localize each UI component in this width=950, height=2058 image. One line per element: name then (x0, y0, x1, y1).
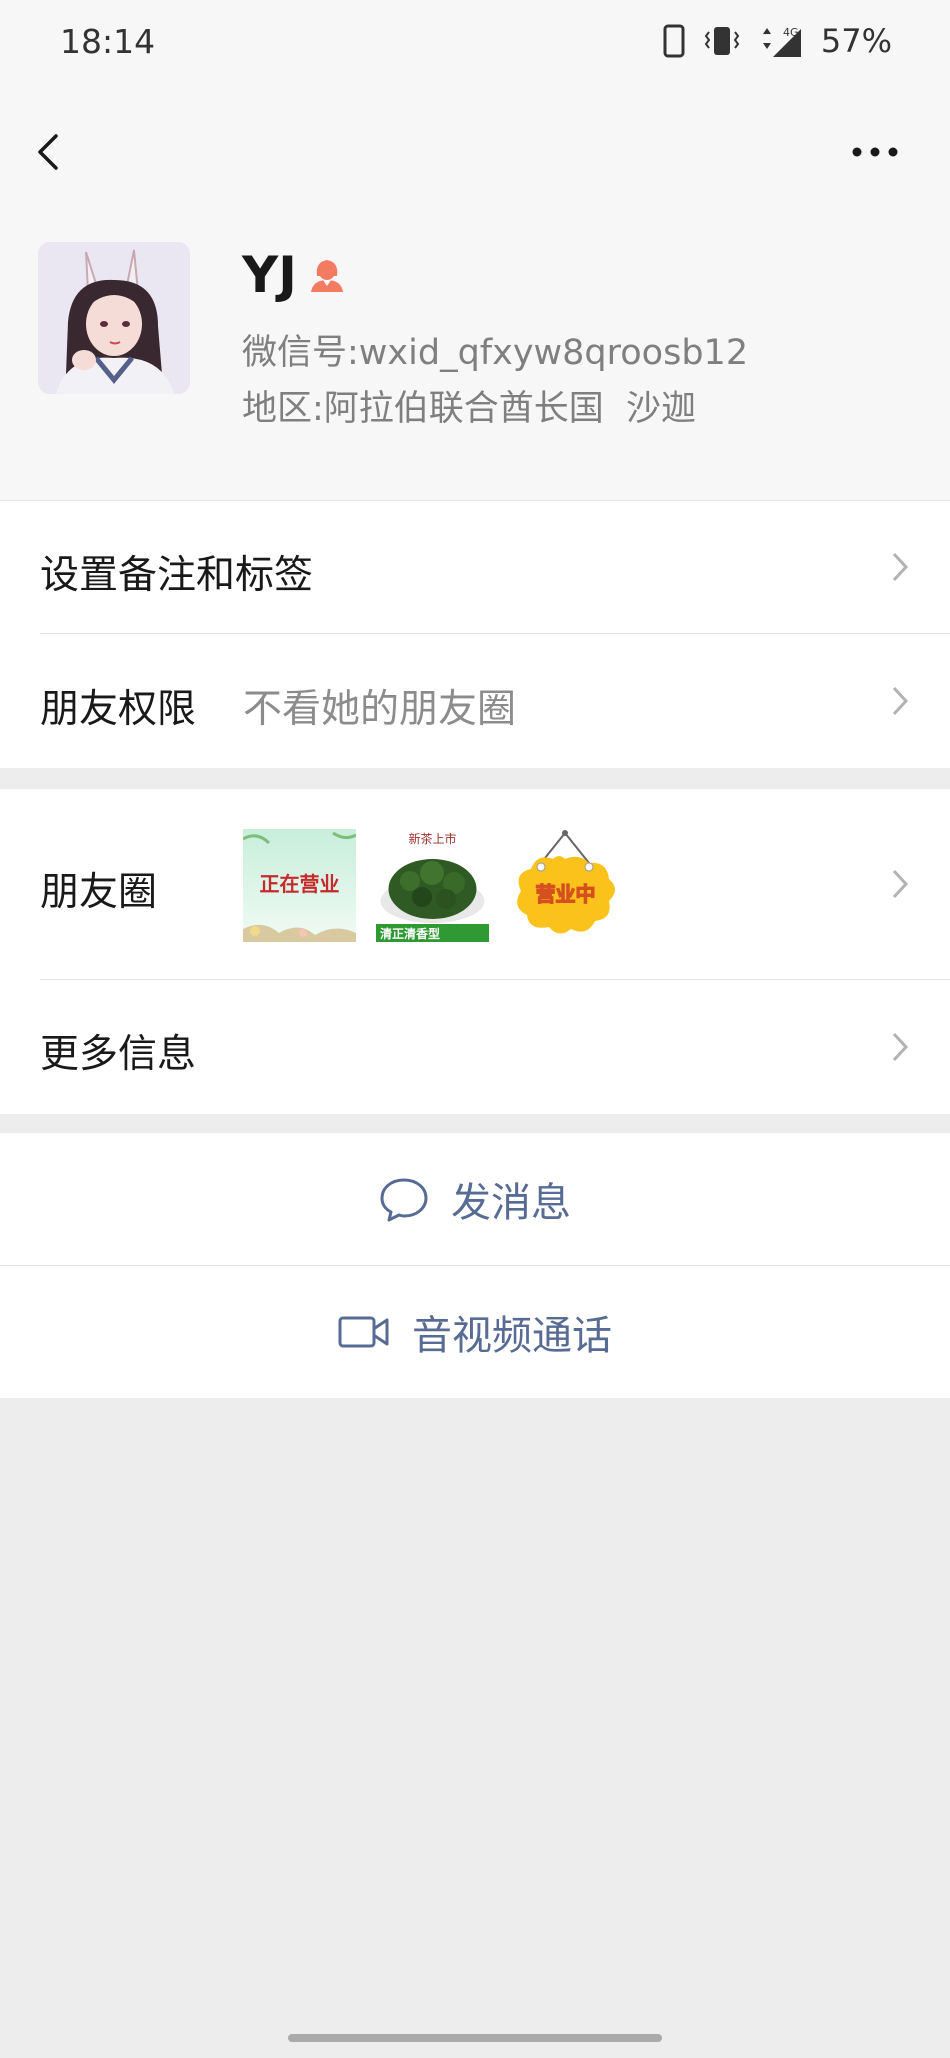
video-camera-icon (338, 1316, 389, 1348)
battery-percent: 57% (820, 22, 892, 60)
status-icons: 4G 57% (663, 22, 892, 60)
region-value: 阿拉伯联合酋长国 沙迦 (323, 389, 697, 429)
send-message-label: 发消息 (451, 1180, 571, 1226)
female-user-icon (310, 260, 343, 292)
open-for-business-image: 正在营业 (243, 829, 356, 942)
thumb-2-bottom-text: 清正清香型 (380, 926, 440, 941)
moments-thumbnails: 正在营业 新茶上市 清正清香型 营业中 (243, 829, 622, 942)
chevron-right-icon (892, 1032, 909, 1062)
moments-label: 朋友圈 (40, 870, 158, 915)
remark-tags-label: 设置备注和标签 (40, 553, 314, 598)
region-label: 地区: (242, 389, 324, 429)
wechat-id: wxid_qfxyw8qroosb12 (358, 333, 749, 373)
thumb-3-text: 营业中 (536, 882, 596, 906)
video-call-button[interactable]: 音视频通话 (0, 1266, 950, 1398)
divider (0, 500, 950, 501)
region-row: 地区:阿拉伯联合酋长国 沙迦 (242, 380, 696, 431)
more-dots-icon (852, 147, 898, 157)
now-open-sign-image: 营业中 (509, 829, 622, 942)
avatar-illustration (38, 242, 190, 394)
moments-thumb-2[interactable]: 新茶上市 清正清香型 (376, 829, 489, 942)
more-info-label: 更多信息 (40, 1032, 197, 1077)
more-options-button[interactable] (840, 122, 910, 182)
back-arrow-icon (38, 134, 58, 170)
contact-name: YJ (242, 246, 297, 304)
signal-4g-icon: 4G (762, 26, 801, 57)
network-type-label: 4G (783, 26, 799, 39)
remark-tags-cell[interactable]: 设置备注和标签 (0, 500, 950, 634)
moments-thumb-3[interactable]: 营业中 (509, 829, 622, 942)
friend-permission-value: 不看她的朋友圈 (243, 687, 517, 732)
home-indicator[interactable] (288, 2034, 662, 2042)
friend-permission-cell[interactable]: 朋友权限 不看她的朋友圈 (0, 634, 950, 768)
nav-bar (0, 100, 950, 195)
profile-section: YJ 微信号:wxid_qfxyw8qroosb12 地区:阿拉伯联合酋长国 沙… (0, 240, 950, 440)
send-message-button[interactable]: 发消息 (0, 1133, 950, 1265)
moments-cell[interactable]: 朋友圈 正在营业 新茶上市 清正清香型 营业中 (0, 789, 950, 980)
new-tea-image: 新茶上市 清正清香型 (376, 829, 489, 942)
thumb-1-text: 正在营业 (260, 872, 340, 896)
status-bar: 18:14 4G 57% (0, 0, 950, 90)
moments-thumb-1[interactable]: 正在营业 (243, 829, 356, 942)
wechat-id-row: 微信号:wxid_qfxyw8qroosb12 (242, 324, 748, 375)
status-time: 18:14 (60, 22, 156, 61)
friend-permission-label: 朋友权限 (40, 687, 197, 732)
wechat-id-label: 微信号: (242, 333, 359, 373)
chevron-right-icon (892, 686, 909, 716)
name-row: YJ (242, 246, 345, 304)
chevron-right-icon (892, 869, 909, 899)
thumb-2-top-text: 新茶上市 (408, 831, 456, 846)
video-call-label: 音视频通话 (412, 1313, 612, 1359)
avatar[interactable] (38, 242, 190, 394)
chevron-right-icon (892, 552, 909, 582)
phone-icon (663, 24, 685, 58)
more-info-cell[interactable]: 更多信息 (0, 980, 950, 1114)
message-bubble-icon (380, 1178, 428, 1222)
back-button[interactable] (26, 122, 86, 182)
vibrate-icon (704, 27, 740, 55)
